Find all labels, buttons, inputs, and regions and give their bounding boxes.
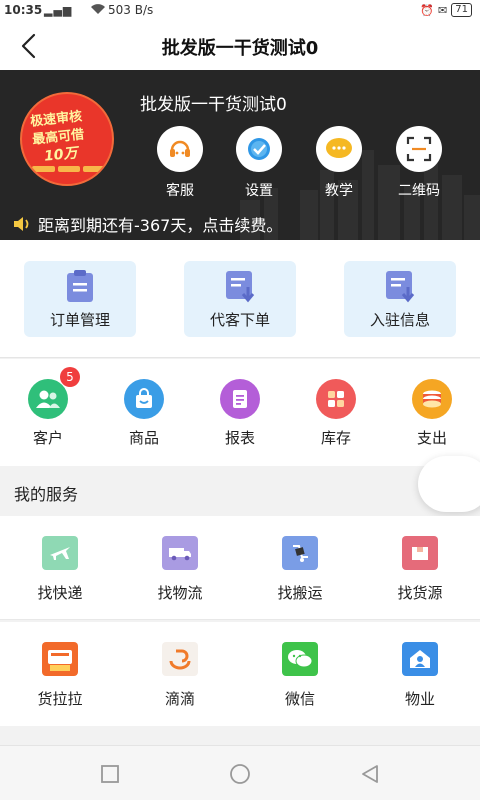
service-property[interactable]: 物业 — [370, 642, 470, 709]
renewal-notice[interactable]: 距离到期还有-367天，点击续费。 — [0, 208, 480, 240]
settlement-info-button[interactable]: 入驻信息 — [344, 261, 456, 337]
quick-teaching[interactable]: 教学 — [309, 126, 369, 200]
square-icon — [101, 765, 119, 783]
wifi-icon — [90, 3, 106, 18]
menu-item-reports[interactable]: 报表 — [200, 379, 280, 448]
cart-icon — [282, 536, 318, 570]
wechat-icon — [282, 642, 318, 676]
order-download-icon — [222, 269, 258, 303]
quick-label: 设置 — [245, 183, 273, 199]
menu-label: 报表 — [224, 429, 255, 447]
network-speed: 503 B/s — [108, 3, 154, 17]
mail-icon: ✉ — [438, 3, 448, 17]
order-management-button[interactable]: 订单管理 — [24, 261, 136, 337]
status-bar: 10:35 ▂▄▆ 503 B/s ⏰ ✉ 71 — [0, 0, 480, 22]
menu-label: 商品 — [128, 429, 159, 447]
speaker-icon — [14, 217, 29, 231]
function-menu: 5 客户 商品 报表 库存 支出 — [0, 359, 480, 466]
service-logistics[interactable]: 找物流 — [130, 536, 230, 603]
report-icon — [220, 379, 260, 419]
floating-assist-button[interactable] — [418, 456, 480, 512]
service-wechat[interactable]: 微信 — [250, 642, 350, 709]
shop-header: 极速审核 最高可借 10万 批发版一干货测试0 客服 设置 教学 二维码 距离到… — [0, 70, 480, 240]
service-label: 找货源 — [397, 584, 443, 602]
alarm-icon: ⏰ — [420, 3, 435, 17]
place-order-for-customer-button[interactable]: 代客下单 — [184, 261, 296, 337]
chat-bubble-icon — [316, 126, 362, 172]
services-row-1: 找快递 找物流 找搬运 找货源 — [0, 516, 480, 620]
services-row-2: 货拉拉 滴滴 微信 物业 — [0, 622, 480, 726]
triangle-back-icon — [362, 765, 378, 783]
quick-label: 客服 — [166, 183, 194, 199]
menu-item-customers[interactable]: 5 客户 — [8, 367, 88, 448]
quick-qrcode[interactable]: 二维码 — [389, 126, 449, 200]
service-movers[interactable]: 找搬运 — [250, 536, 350, 603]
logo-bars — [32, 166, 107, 172]
menu-label: 库存 — [320, 429, 351, 447]
circle-icon — [230, 764, 250, 784]
system-back-button[interactable] — [358, 762, 382, 786]
menu-item-inventory[interactable]: 库存 — [296, 379, 376, 448]
box-icon — [402, 536, 438, 570]
qrcode-icon — [396, 126, 442, 172]
service-label: 找搬运 — [277, 584, 323, 602]
service-label: 滴滴 — [164, 690, 195, 708]
menu-label: 客户 — [32, 429, 63, 447]
clipboard-icon — [62, 269, 98, 303]
services-title: 我的服务 — [14, 485, 79, 504]
order-management-label: 订单管理 — [49, 311, 110, 329]
service-label: 物业 — [404, 690, 435, 708]
service-didi[interactable]: 滴滴 — [130, 642, 230, 709]
service-label: 货拉拉 — [37, 690, 83, 708]
shop-logo[interactable]: 极速审核 最高可借 10万 — [20, 92, 114, 186]
signal-icon: ▂▄▆ — [44, 4, 73, 17]
customer-badge: 5 — [60, 367, 80, 387]
service-label: 找物流 — [157, 584, 203, 602]
service-huolala[interactable]: 货拉拉 — [10, 642, 110, 709]
quick-label: 教学 — [325, 183, 353, 199]
quick-settings[interactable]: 设置 — [229, 126, 289, 200]
property-icon — [402, 642, 438, 676]
system-nav-bar — [0, 745, 480, 800]
status-right: ⏰ ✉ 71 — [420, 3, 472, 17]
inventory-icon — [316, 379, 356, 419]
place-order-label: 代客下单 — [209, 311, 270, 329]
status-time: 10:35 — [4, 3, 43, 17]
title-bar: 批发版一干货测试0 — [0, 22, 480, 70]
page-title: 批发版一干货测试0 — [161, 38, 319, 59]
menu-label: 支出 — [416, 429, 447, 447]
gear-icon — [236, 126, 282, 172]
coins-icon — [412, 379, 452, 419]
services-header: 我的服务 — [0, 466, 480, 516]
recent-apps-button[interactable] — [98, 762, 122, 786]
shopping-bag-icon — [124, 379, 164, 419]
quick-label: 二维码 — [398, 183, 440, 199]
document-download-icon — [382, 269, 418, 303]
headset-icon — [157, 126, 203, 172]
service-express[interactable]: 找快递 — [10, 536, 110, 603]
service-label: 微信 — [284, 690, 315, 708]
huolala-icon — [42, 642, 78, 676]
didi-icon — [162, 642, 198, 676]
home-button[interactable] — [228, 762, 252, 786]
menu-item-expenses[interactable]: 支出 — [392, 379, 472, 448]
battery-icon: 71 — [451, 3, 472, 17]
customers-icon: 5 — [28, 367, 80, 419]
service-label: 找快递 — [37, 584, 83, 602]
airplane-icon — [42, 536, 78, 570]
settlement-info-label: 入驻信息 — [369, 311, 430, 329]
logo-text-3: 10万 — [43, 145, 79, 165]
quick-customer-service[interactable]: 客服 — [150, 126, 210, 200]
notice-text: 距离到期还有-367天，点击续费。 — [38, 216, 283, 235]
service-sourcing[interactable]: 找货源 — [370, 536, 470, 603]
truck-icon — [162, 536, 198, 570]
menu-item-products[interactable]: 商品 — [104, 379, 184, 448]
shop-name: 批发版一干货测试0 — [140, 95, 287, 115]
main-actions: 订单管理 代客下单 入驻信息 — [0, 240, 480, 358]
